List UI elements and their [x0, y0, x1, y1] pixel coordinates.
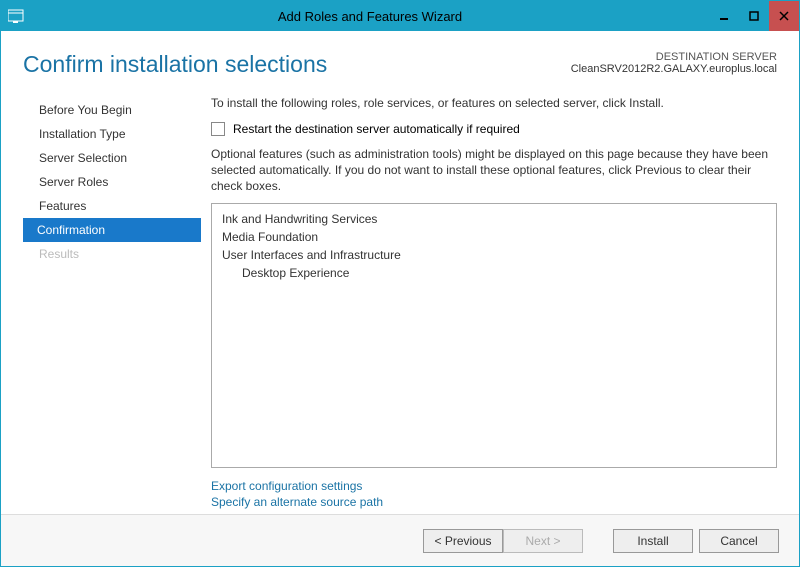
step-installation-type[interactable]: Installation Type [23, 122, 201, 146]
install-button[interactable]: Install [613, 529, 693, 553]
wizard-footer: < Previous Next > Install Cancel [1, 514, 799, 566]
step-server-roles[interactable]: Server Roles [23, 170, 201, 194]
feature-item: Ink and Handwriting Services [222, 210, 766, 228]
window-controls [709, 1, 799, 31]
body: Before You Begin Installation Type Serve… [23, 96, 777, 514]
step-before-you-begin[interactable]: Before You Begin [23, 98, 201, 122]
wizard-window: Add Roles and Features Wizard Confirm in… [0, 0, 800, 567]
alt-source-link[interactable]: Specify an alternate source path [211, 494, 777, 510]
page-title: Confirm installation selections [23, 51, 327, 78]
content-area: Confirm installation selections DESTINAT… [1, 31, 799, 514]
step-confirmation[interactable]: Confirmation [23, 218, 201, 242]
selected-features-listbox[interactable]: Ink and Handwriting Services Media Found… [211, 203, 777, 468]
window-title: Add Roles and Features Wizard [31, 1, 709, 31]
titlebar: Add Roles and Features Wizard [1, 1, 799, 31]
page-header: Confirm installation selections DESTINAT… [23, 51, 777, 78]
step-server-selection[interactable]: Server Selection [23, 146, 201, 170]
main-panel: To install the following roles, role ser… [201, 96, 777, 514]
previous-button[interactable]: < Previous [423, 529, 503, 553]
description-text: To install the following roles, role ser… [211, 96, 777, 110]
step-features[interactable]: Features [23, 194, 201, 218]
step-results: Results [23, 242, 201, 266]
feature-item: Media Foundation [222, 228, 766, 246]
destination-info: DESTINATION SERVER CleanSRV2012R2.GALAXY… [571, 51, 777, 75]
close-button[interactable] [769, 1, 799, 31]
next-button: Next > [503, 529, 583, 553]
cancel-button[interactable]: Cancel [699, 529, 779, 553]
optional-features-note: Optional features (such as administratio… [211, 146, 777, 195]
export-config-link[interactable]: Export configuration settings [211, 478, 777, 494]
destination-label: DESTINATION SERVER [571, 51, 777, 63]
feature-item: User Interfaces and Infrastructure [222, 246, 766, 264]
wizard-steps-sidebar: Before You Begin Installation Type Serve… [23, 96, 201, 514]
restart-checkbox-label: Restart the destination server automatic… [233, 122, 520, 136]
restart-checkbox-row[interactable]: Restart the destination server automatic… [211, 122, 777, 136]
destination-server: CleanSRV2012R2.GALAXY.europlus.local [571, 63, 777, 75]
links-section: Export configuration settings Specify an… [211, 478, 777, 510]
app-icon [1, 1, 31, 31]
restart-checkbox[interactable] [211, 122, 225, 136]
minimize-button[interactable] [709, 1, 739, 31]
maximize-button[interactable] [739, 1, 769, 31]
feature-subitem: Desktop Experience [222, 264, 766, 282]
